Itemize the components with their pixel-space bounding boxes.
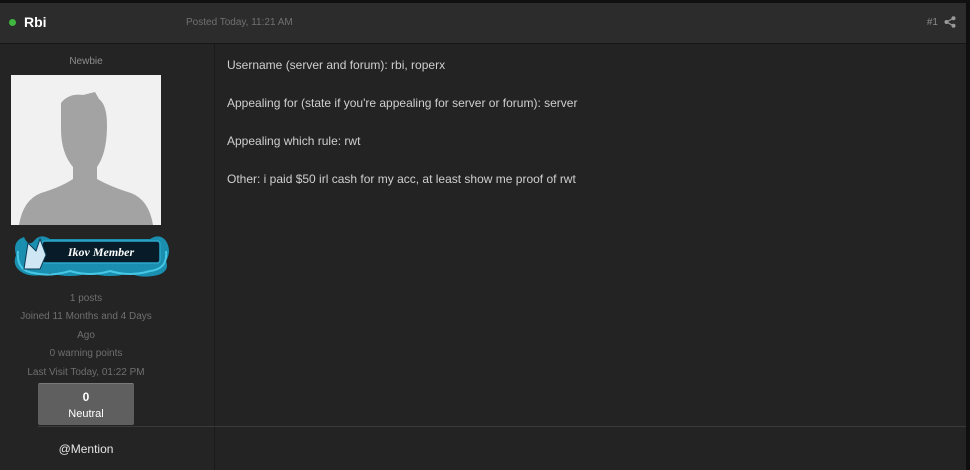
forum-post: Rbi Posted Today, 11:21 AM #1 Newbie Iko… <box>0 3 970 470</box>
warning-points: 0 warning points <box>49 348 123 360</box>
online-status-icon <box>9 19 16 26</box>
join-date-line1: Joined 11 Months and 4 Days <box>20 311 152 323</box>
author-name-link[interactable]: Rbi <box>24 14 47 30</box>
member-stats: 1 posts Joined 11 Months and 4 Days Ago … <box>0 290 172 382</box>
reputation-box[interactable]: 0 Neutral <box>38 383 134 425</box>
post-content: Username (server and forum): rbi, roperx… <box>227 58 947 210</box>
post-count: 1 posts <box>69 293 103 304</box>
last-visit: Last Visit Today, 01:22 PM <box>27 366 145 378</box>
post-date: Posted Today, 11:21 AM <box>186 17 293 28</box>
member-rank: Newbie <box>69 56 103 67</box>
badge-label: Ikov Member <box>67 245 135 259</box>
post-line-other: Other: i paid $50 irl cash for my acc, a… <box>227 172 576 186</box>
post-divider <box>38 426 966 427</box>
mention-link[interactable]: @Mention <box>0 442 172 456</box>
post-line-rule: Appealing which rule: rwt <box>227 134 361 148</box>
default-avatar-silhouette <box>11 75 161 225</box>
author-sidebar: Newbie Ikov Member 1 posts Joined 11 Mon… <box>0 44 215 470</box>
post-header: Rbi Posted Today, 11:21 AM #1 <box>0 3 966 44</box>
post-number-link[interactable]: #1 <box>927 17 938 28</box>
group-badge: Ikov Member <box>14 236 169 277</box>
reputation-label: Neutral <box>68 408 104 420</box>
post-line-username: Username (server and forum): rbi, roperx <box>227 58 446 72</box>
post-line-appealing-for: Appealing for (state if you're appealing… <box>227 96 578 110</box>
share-icon[interactable] <box>944 16 956 28</box>
join-date-line2: Ago <box>77 329 95 341</box>
reputation-count: 0 <box>82 390 90 404</box>
avatar[interactable] <box>11 75 161 225</box>
